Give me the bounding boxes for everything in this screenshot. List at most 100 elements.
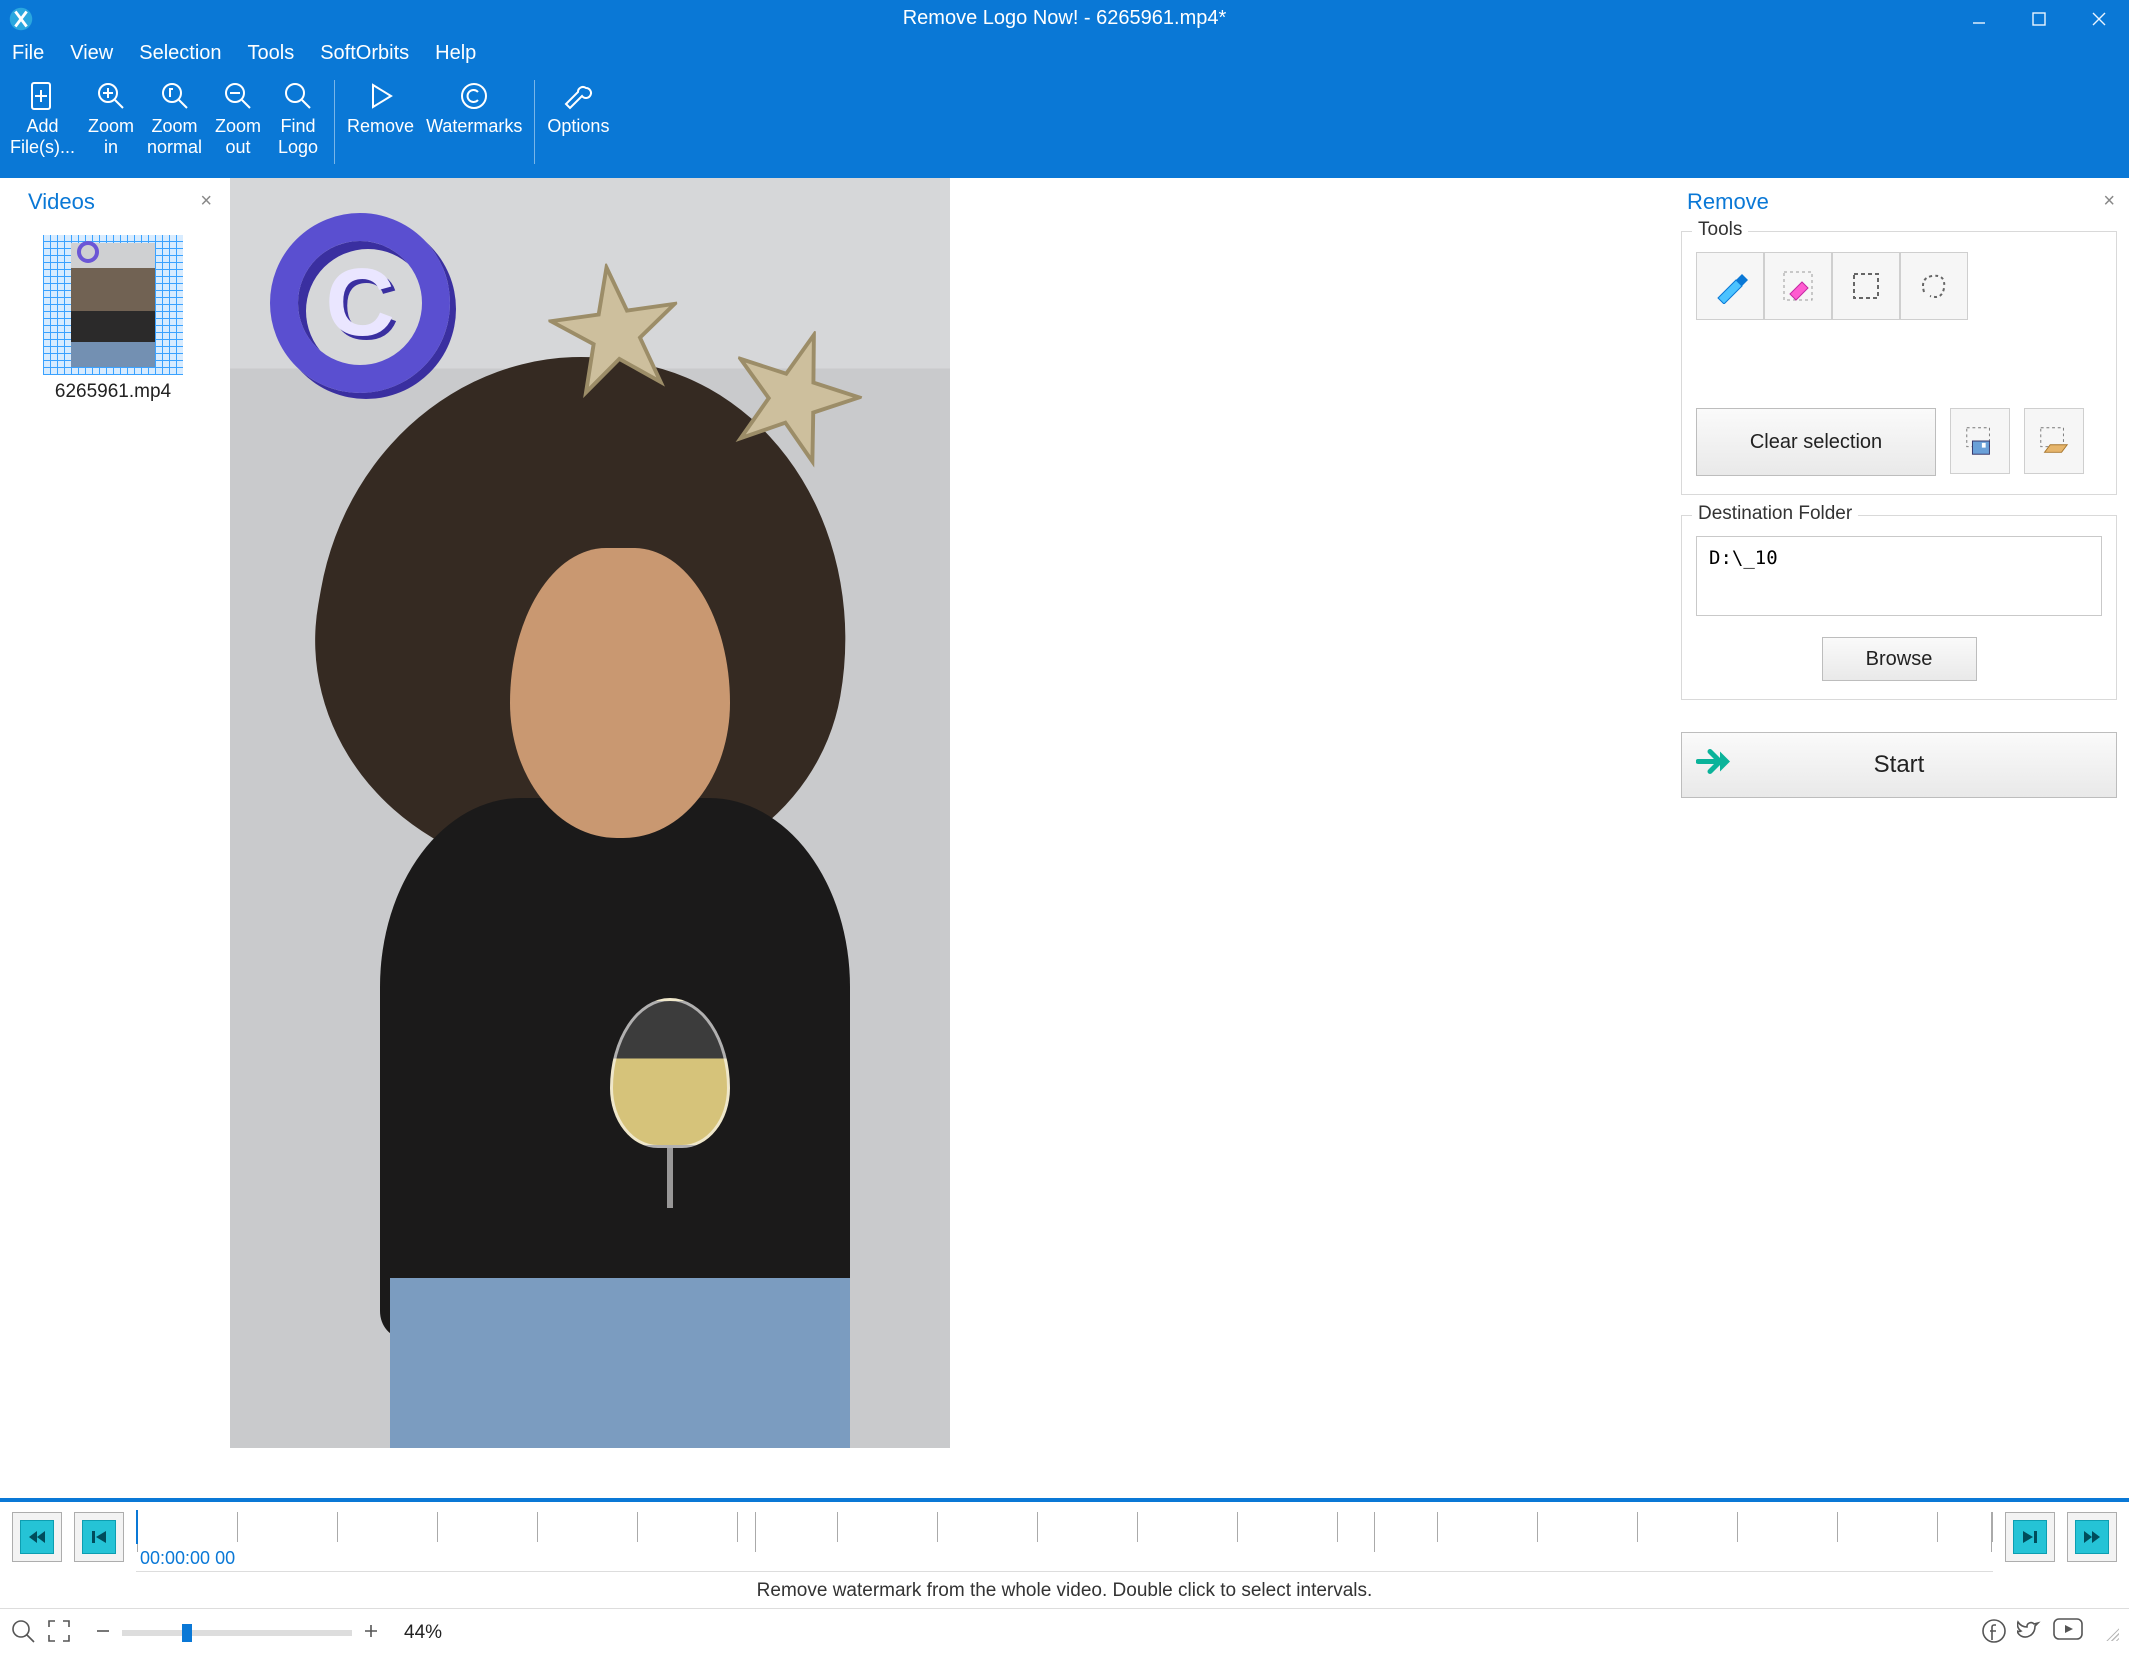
remove-panel-header: Remove × [1669,178,2129,225]
destination-legend: Destination Folder [1692,503,1858,525]
button-label: Clear selection [1750,431,1882,454]
toolbar-separator [534,80,535,164]
zoom-normal-button[interactable]: Zoom normal [141,74,208,159]
status-bar: 44% [0,1608,2129,1656]
close-icon[interactable]: × [2103,190,2115,213]
toolbar-label: Add [26,116,58,137]
menu-tools[interactable]: Tools [248,42,295,65]
minimize-button[interactable] [1949,0,2009,37]
toolbar-label: Logo [278,137,318,158]
timeline-timecode: 00:00:00 00 [140,1548,235,1569]
browse-button[interactable]: Browse [1822,637,1977,681]
timeline-playhead[interactable] [136,1510,138,1544]
timeline-ruler [136,1512,1993,1542]
toolbar-label: Watermarks [426,116,522,137]
main-area: Videos × 6265961.mp4 [0,178,2129,1498]
twitter-icon[interactable] [2017,1618,2043,1647]
freehand-select-tool[interactable] [1900,252,1968,320]
skip-back-button[interactable] [12,1512,62,1562]
options-button[interactable]: Options [541,74,615,139]
video-thumb[interactable]: 6265961.mp4 [43,235,183,403]
button-label: Browse [1866,648,1933,671]
video-frame: C [230,178,950,1448]
menu-softorbits[interactable]: SoftOrbits [320,42,409,65]
copyright-mark-icon [77,241,99,263]
play-icon [365,78,397,114]
button-label: Start [1874,751,1925,779]
menu-file[interactable]: File [12,42,44,65]
videos-panel-title: Videos [28,189,95,215]
maximize-button[interactable] [2009,0,2069,37]
timeline-track[interactable]: 00:00:00 00 Remove watermark from the wh… [136,1502,1993,1608]
toolbar-label: File(s)... [10,137,75,158]
add-file-icon [27,78,59,114]
zoom-percent: 44% [404,1622,442,1644]
start-button[interactable]: Start [1681,732,2117,798]
zoom-in-icon [95,78,127,114]
main-toolbar: Add File(s)... Zoom in Zoom normal Zoom … [0,70,2129,178]
app-icon [6,4,36,34]
video-thumb-list: 6265961.mp4 [0,225,226,413]
close-button[interactable] [2069,0,2129,37]
title-bar: Remove Logo Now! - 6265961.mp4* [0,0,2129,37]
toolbar-separator [334,80,335,164]
find-logo-icon [282,78,314,114]
eraser-tool[interactable] [1764,252,1832,320]
arrow-right-icon [1696,748,1732,783]
zoom-plus-icon[interactable] [362,1622,380,1643]
remove-panel-title: Remove [1687,189,1769,215]
preview-canvas[interactable]: C [226,178,1669,1498]
wrench-icon [562,78,594,114]
menu-help[interactable]: Help [435,42,476,65]
zoom-normal-icon [159,78,191,114]
toolbar-label: Find [281,116,316,137]
timeline-hint: Remove watermark from the whole video. D… [136,1571,1993,1602]
zoom-out-icon [222,78,254,114]
videos-panel: Videos × 6265961.mp4 [0,178,226,1498]
zoom-in-button[interactable]: Zoom in [81,74,141,159]
star-icon [542,255,689,402]
toolbar-label: Zoom [152,116,198,137]
prev-frame-button[interactable] [74,1512,124,1562]
tools-fieldset: Tools Clear selection [1681,231,2117,495]
window-title: Remove Logo Now! - 6265961.mp4* [903,7,1227,30]
zoom-slider[interactable]: 44% [94,1622,442,1644]
toolbar-label: Options [547,116,609,137]
rectangle-select-tool[interactable] [1832,252,1900,320]
menu-bar: File View Selection Tools SoftOrbits Hel… [0,37,2129,70]
remove-button[interactable]: Remove [341,74,420,139]
zoom-knob[interactable] [182,1624,192,1642]
toolbar-label: normal [147,137,202,158]
add-files-button[interactable]: Add File(s)... [4,74,81,159]
load-selection-button[interactable] [2024,408,2084,474]
destination-folder-input[interactable] [1696,536,2102,616]
youtube-icon[interactable] [2053,1618,2083,1647]
destination-fieldset: Destination Folder Browse [1681,515,2117,700]
watermarks-button[interactable]: Watermarks [420,74,528,139]
timeline: 00:00:00 00 Remove watermark from the wh… [0,1498,2129,1608]
facebook-icon[interactable] [1981,1618,2007,1647]
marker-tool[interactable] [1696,252,1764,320]
close-icon[interactable]: × [200,190,212,213]
menu-view[interactable]: View [70,42,113,65]
zoom-track[interactable] [122,1630,352,1636]
video-thumbnail-image [43,235,183,375]
zoom-out-button[interactable]: Zoom out [208,74,268,159]
resize-grip[interactable] [2103,1625,2119,1641]
toolbar-label: Remove [347,116,414,137]
copyright-icon [458,78,490,114]
find-logo-button[interactable]: Find Logo [268,74,328,159]
menu-selection[interactable]: Selection [139,42,221,65]
video-thumb-caption: 6265961.mp4 [43,381,183,403]
clear-selection-button[interactable]: Clear selection [1696,408,1936,476]
save-selection-button[interactable] [1950,408,2010,474]
fullscreen-icon[interactable] [46,1618,72,1647]
fit-window-icon[interactable] [10,1618,36,1647]
skip-forward-button[interactable] [2067,1512,2117,1562]
tools-legend: Tools [1692,219,1748,241]
videos-panel-header: Videos × [0,178,226,225]
zoom-minus-icon[interactable] [94,1622,112,1643]
toolbar-label: in [104,137,118,158]
next-frame-button[interactable] [2005,1512,2055,1562]
watermark-copyright-icon: C [270,213,450,393]
